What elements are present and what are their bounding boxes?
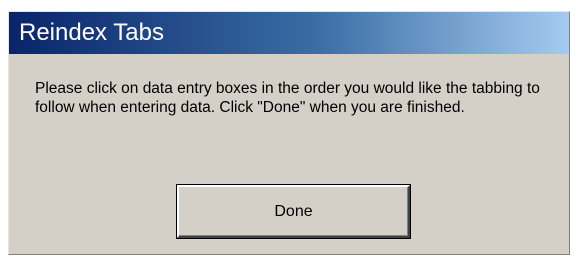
- instruction-message: Please click on data entry boxes in the …: [35, 80, 540, 116]
- dialog-title-bar[interactable]: Reindex Tabs: [9, 12, 569, 54]
- dialog-title: Reindex Tabs: [19, 19, 164, 46]
- done-button-label: Done: [274, 202, 313, 220]
- done-button[interactable]: Done: [176, 184, 411, 239]
- reindex-tabs-dialog: Reindex Tabs Please click on data entry …: [8, 11, 570, 255]
